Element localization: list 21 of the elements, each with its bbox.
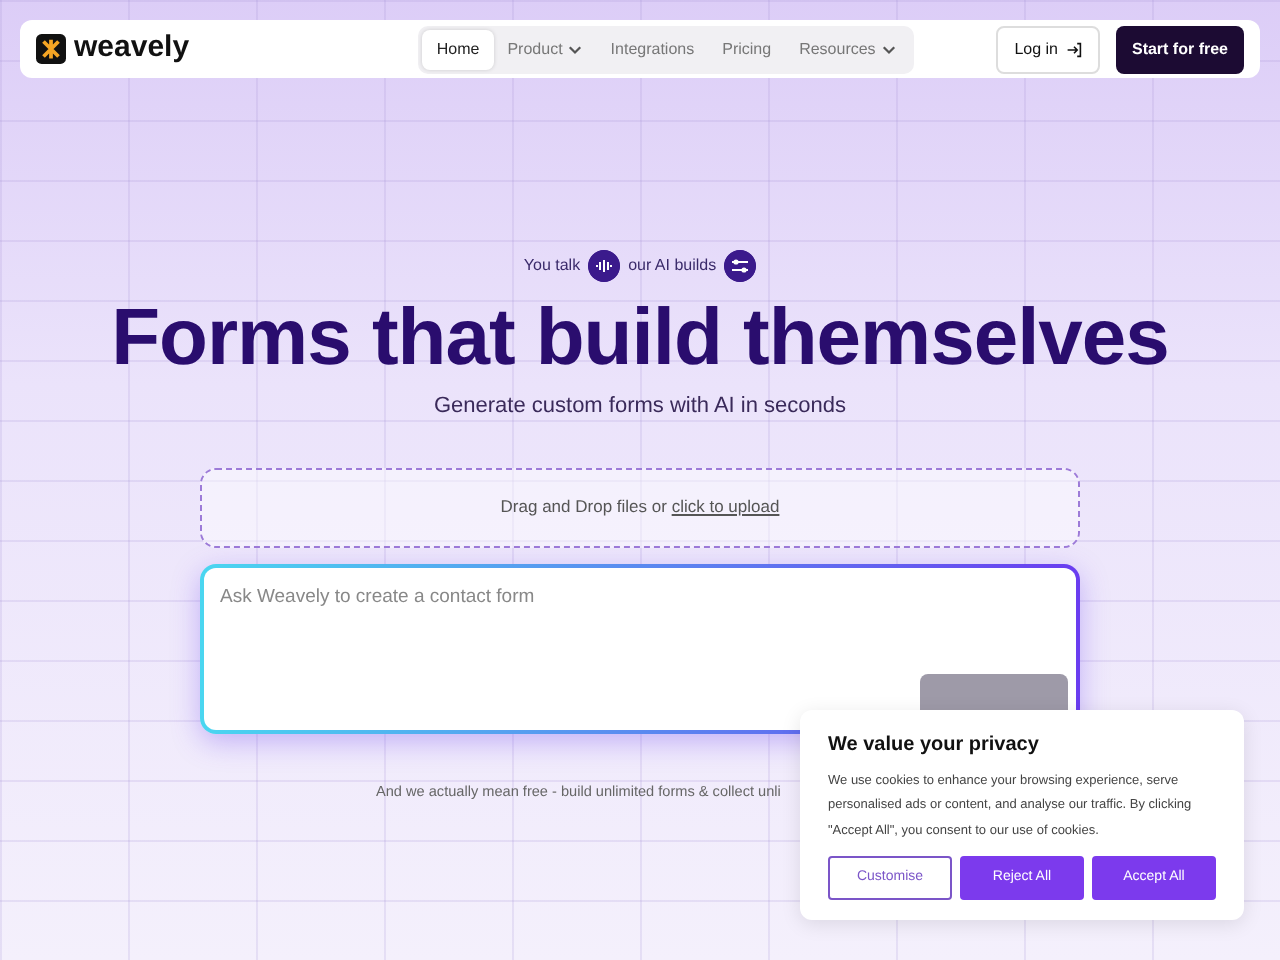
nav-tab[interactable]: Home bbox=[422, 29, 494, 69]
prompt-field[interactable]: Ask Weavely to create a contact form bbox=[200, 563, 1080, 733]
waveform-icon bbox=[588, 250, 621, 282]
upload-link[interactable]: click to upload bbox=[671, 494, 780, 520]
start-button[interactable]: Start for free bbox=[1115, 25, 1244, 73]
logo-icon[interactable] bbox=[36, 34, 66, 64]
brand-name[interactable]: weavely bbox=[74, 26, 190, 72]
login-icon bbox=[1065, 41, 1082, 57]
upload-dropzone[interactable]: Drag and Drop files or click to upload bbox=[200, 467, 1080, 547]
tagline-text: our AI builds bbox=[628, 254, 717, 278]
nav-tab[interactable]: Resources bbox=[785, 29, 910, 69]
sliders-icon bbox=[724, 250, 757, 282]
nav-tab[interactable]: Integrations bbox=[596, 29, 709, 69]
login-button[interactable]: Log in bbox=[996, 25, 1100, 73]
cookie-title: We value your privacy bbox=[828, 732, 1041, 760]
hero-title: Forms that build themselves bbox=[109, 294, 1171, 382]
nav-tab[interactable]: Pricing bbox=[708, 29, 786, 69]
hero-subtitle: Generate custom forms with AI in seconds bbox=[431, 392, 849, 422]
tagline-text: You talk bbox=[523, 254, 581, 278]
nav-tab[interactable]: Product bbox=[493, 29, 597, 69]
dropzone-text: Drag and Drop files or bbox=[500, 494, 667, 520]
